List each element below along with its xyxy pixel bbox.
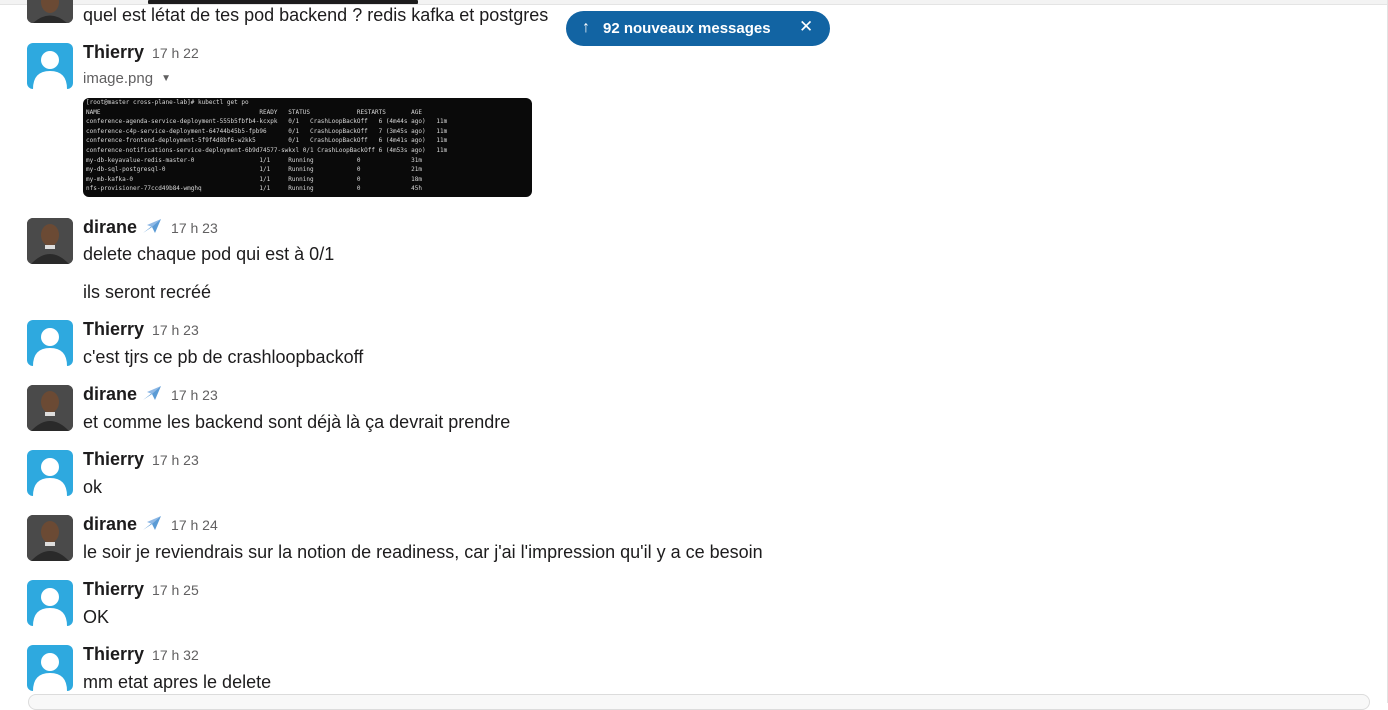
author-name[interactable]: dirane: [83, 217, 137, 237]
terminal-line: nfs-provisioner-77ccd49b84-wmghq 1/1 Run…: [86, 185, 422, 193]
avatar[interactable]: [27, 320, 73, 366]
message-text: le soir je reviendrais sur la notion de …: [83, 542, 763, 562]
airplane-icon: [143, 219, 162, 233]
author-line: Thierry 17 h 22: [83, 42, 199, 63]
message-text: c'est tjrs ce pb de crashloopbackoff: [83, 347, 364, 367]
terminal-line: conference-c4p-service-deployment-64744b…: [86, 127, 448, 135]
author-line: dirane 17 h 23: [83, 217, 218, 238]
message-text: et comme les backend sont déjà là ça dev…: [83, 412, 511, 432]
avatar[interactable]: [27, 515, 73, 561]
terminal-line: conference-agenda-service-deployment-555…: [86, 118, 448, 126]
arrow-up-icon: ↑: [582, 19, 590, 36]
author-line: dirane 17 h 23: [83, 384, 218, 405]
terminal-line: conference-frontend-deployment-5f9f4d8bf…: [86, 137, 448, 145]
user-photo-icon: [27, 218, 73, 264]
new-messages-pill[interactable]: ↑ 92 nouveaux messages ✕: [566, 11, 830, 46]
user-silhouette-icon: [33, 51, 67, 89]
user-silhouette-icon: [33, 458, 67, 496]
avatar[interactable]: [27, 43, 73, 89]
file-name[interactable]: image.png ▼: [83, 70, 171, 87]
airplane-icon: [143, 516, 162, 530]
author-name[interactable]: dirane: [83, 384, 137, 404]
timestamp[interactable]: 17 h 24: [171, 517, 218, 533]
image-attachment[interactable]: [root@master cross-plane-lab]# kubectl g…: [83, 98, 532, 197]
author-line: Thierry 17 h 32: [83, 644, 199, 665]
user-silhouette-icon: [33, 328, 67, 366]
avatar[interactable]: [27, 385, 73, 431]
scrolled-text-fragment: [148, 0, 418, 4]
user-silhouette-icon: [33, 653, 67, 691]
timestamp[interactable]: 17 h 23: [152, 322, 199, 338]
avatar[interactable]: [27, 580, 73, 626]
terminal-line: my-mb-kafka-0 1/1 Running 0 18m: [86, 175, 422, 183]
user-photo-icon: [27, 385, 73, 431]
terminal-line: NAME READY STATUS RESTARTS AGE: [86, 108, 422, 116]
terminal-line: my-db-keyavalue-redis-master-0 1/1 Runni…: [86, 156, 422, 164]
terminal-line: my-db-sql-postgresql-0 1/1 Running 0 21m: [86, 166, 422, 174]
timestamp[interactable]: 17 h 22: [152, 45, 199, 61]
author-line: Thierry 17 h 25: [83, 579, 199, 600]
message-text: quel est létat de tes pod backend ? redi…: [83, 5, 549, 25]
timestamp[interactable]: 17 h 23: [171, 220, 218, 236]
timestamp[interactable]: 17 h 23: [171, 387, 218, 403]
author-line: Thierry 17 h 23: [83, 319, 199, 340]
timestamp[interactable]: 17 h 25: [152, 582, 199, 598]
message-text: ils seront recréé: [83, 282, 212, 302]
message-composer[interactable]: [28, 694, 1370, 710]
author-name[interactable]: Thierry: [83, 319, 144, 339]
message-text: OK: [83, 607, 110, 627]
message-text: ok: [83, 477, 103, 497]
author-name[interactable]: Thierry: [83, 579, 144, 599]
author-name[interactable]: dirane: [83, 514, 137, 534]
timestamp[interactable]: 17 h 23: [152, 452, 199, 468]
terminal-line: [root@master cross-plane-lab]# kubectl g…: [86, 99, 249, 106]
close-icon[interactable]: ✕: [799, 17, 813, 37]
avatar[interactable]: [27, 645, 73, 691]
file-name-text: image.png: [83, 70, 154, 87]
author-name[interactable]: Thierry: [83, 42, 144, 62]
user-photo-icon: [27, 515, 73, 561]
author-name[interactable]: Thierry: [83, 644, 144, 664]
avatar[interactable]: [27, 218, 73, 264]
caret-down-icon[interactable]: ▼: [161, 73, 171, 84]
author-name[interactable]: Thierry: [83, 449, 144, 469]
airplane-icon: [143, 386, 162, 400]
new-messages-label: 92 nouveaux messages: [603, 20, 771, 37]
message-text: delete chaque pod qui est à 0/1: [83, 244, 335, 264]
author-line: Thierry 17 h 23: [83, 449, 199, 470]
avatar[interactable]: [27, 0, 73, 23]
author-line: dirane 17 h 24: [83, 514, 218, 535]
timestamp[interactable]: 17 h 32: [152, 647, 199, 663]
user-silhouette-icon: [33, 588, 67, 626]
avatar[interactable]: [27, 450, 73, 496]
message-text: mm etat apres le delete: [83, 672, 272, 692]
terminal-line: conference-notifications-service-deploym…: [86, 147, 448, 154]
